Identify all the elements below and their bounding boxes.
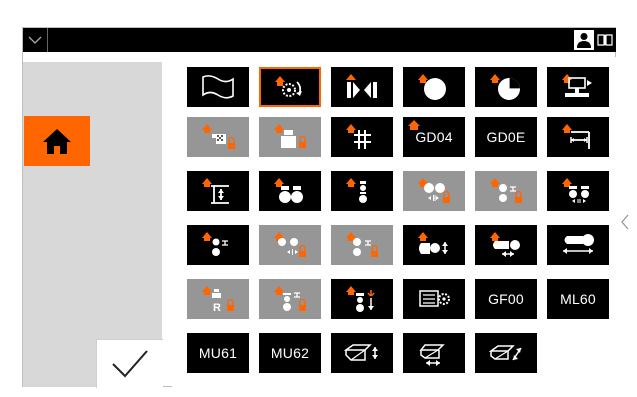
jaw-close-icon xyxy=(346,74,377,98)
grid-hash-icon xyxy=(346,124,371,149)
clamp-stroke-tile[interactable] xyxy=(547,225,609,265)
top-bar xyxy=(23,28,616,52)
mu62-label: MU62 xyxy=(270,345,310,361)
clamp-stroke-icon xyxy=(563,234,594,254)
stack-tool-tile[interactable] xyxy=(331,171,393,211)
gauge-tile-disabled[interactable] xyxy=(259,117,321,157)
stack-tile-disabled[interactable] xyxy=(475,171,537,211)
height-measure-icon xyxy=(202,178,229,204)
stack-feed-icon xyxy=(202,232,228,256)
clamp-vertical-tile[interactable] xyxy=(403,225,465,265)
reference-tile-disabled[interactable]: R xyxy=(187,279,249,319)
gf00-label: GF00 xyxy=(488,291,524,307)
clamp-horizontal-tile[interactable] xyxy=(475,225,537,265)
home-marker-icon xyxy=(408,120,420,130)
stack-feed-tile[interactable] xyxy=(187,225,249,265)
gd04-label: GD04 xyxy=(415,129,453,145)
ml60-tile[interactable]: ML60 xyxy=(547,279,609,319)
mu61-label: MU61 xyxy=(198,345,238,361)
flag-tile[interactable] xyxy=(187,67,249,107)
clamp-vertical-icon xyxy=(418,232,448,254)
anchor-tile[interactable] xyxy=(331,279,393,319)
clamp-horizontal-icon xyxy=(490,232,520,257)
gauge-lock-icon xyxy=(274,124,306,148)
plate-vertical-tile[interactable] xyxy=(331,333,393,373)
confirm-button[interactable] xyxy=(96,339,163,388)
double-tool-tile[interactable] xyxy=(259,171,321,211)
plate-vertical-icon xyxy=(343,344,378,361)
pie-tile[interactable] xyxy=(475,67,537,107)
double-jaw-icon xyxy=(562,178,589,203)
jaw-close-tile[interactable] xyxy=(331,67,393,107)
rotate-tool-tile[interactable] xyxy=(259,67,321,107)
plate-horizontal-tile[interactable] xyxy=(403,333,465,373)
align-lock-icon xyxy=(274,232,306,257)
pie-quarter-icon xyxy=(490,74,520,100)
flag-icon xyxy=(202,75,234,99)
checker-lock-icon xyxy=(202,124,235,149)
mu61-tile[interactable]: MU61 xyxy=(187,333,249,373)
stack-adjust-tile-disabled[interactable] xyxy=(259,279,321,319)
mu62-tile[interactable]: MU62 xyxy=(259,333,321,373)
home-icon xyxy=(43,129,71,154)
machine-drive-tile[interactable] xyxy=(547,67,609,107)
rotate-tool-icon xyxy=(275,76,302,97)
grid-hash-tile[interactable] xyxy=(331,117,393,157)
gf00-tile[interactable]: GF00 xyxy=(475,279,537,319)
plate-diagonal-icon xyxy=(488,345,522,361)
offset-lock-icon xyxy=(346,232,378,257)
disc-tile[interactable] xyxy=(403,67,465,107)
clamp-lock-icon xyxy=(418,178,450,203)
disc-icon xyxy=(418,74,446,100)
reference-lock-icon: R xyxy=(202,286,234,314)
stack-tool-icon xyxy=(346,178,367,203)
gd04-tile[interactable]: GD04 xyxy=(403,117,465,157)
chevron-left-icon[interactable] xyxy=(620,213,630,236)
width-measure-icon xyxy=(562,124,590,149)
anchor-icon xyxy=(346,286,375,312)
machine-drive-icon xyxy=(562,74,592,97)
gd0e-tile[interactable]: GD0E xyxy=(475,117,537,157)
offset-tile-disabled[interactable] xyxy=(331,225,393,265)
book-icon[interactable] xyxy=(594,28,616,52)
stack-lock-icon xyxy=(490,178,522,203)
height-measure-tile[interactable] xyxy=(187,171,249,211)
align-tile-disabled[interactable] xyxy=(259,225,321,265)
gd0e-label: GD0E xyxy=(486,129,526,145)
clamp-tile-disabled[interactable] xyxy=(403,171,465,211)
plate-horizontal-icon xyxy=(419,344,445,366)
user-icon[interactable] xyxy=(574,30,594,50)
settings-panel-icon xyxy=(419,290,450,307)
double-jaw-tile[interactable] xyxy=(547,171,609,211)
ml60-label: ML60 xyxy=(560,291,596,307)
menu-chevron-icon[interactable] xyxy=(23,28,48,52)
pattern-tile-disabled[interactable] xyxy=(187,117,249,157)
function-grid: GD04 GD0E R GF00 ML60 MU61 MU62 xyxy=(172,57,616,387)
stack-adjust-lock-icon xyxy=(274,286,306,311)
checkmark-icon xyxy=(112,350,148,378)
home-button[interactable] xyxy=(24,116,90,166)
width-measure-tile[interactable] xyxy=(547,117,609,157)
svg-text:R: R xyxy=(213,302,221,314)
double-tool-icon xyxy=(274,178,303,203)
plate-diagonal-tile[interactable] xyxy=(475,333,537,373)
settings-panel-tile[interactable] xyxy=(403,279,465,319)
